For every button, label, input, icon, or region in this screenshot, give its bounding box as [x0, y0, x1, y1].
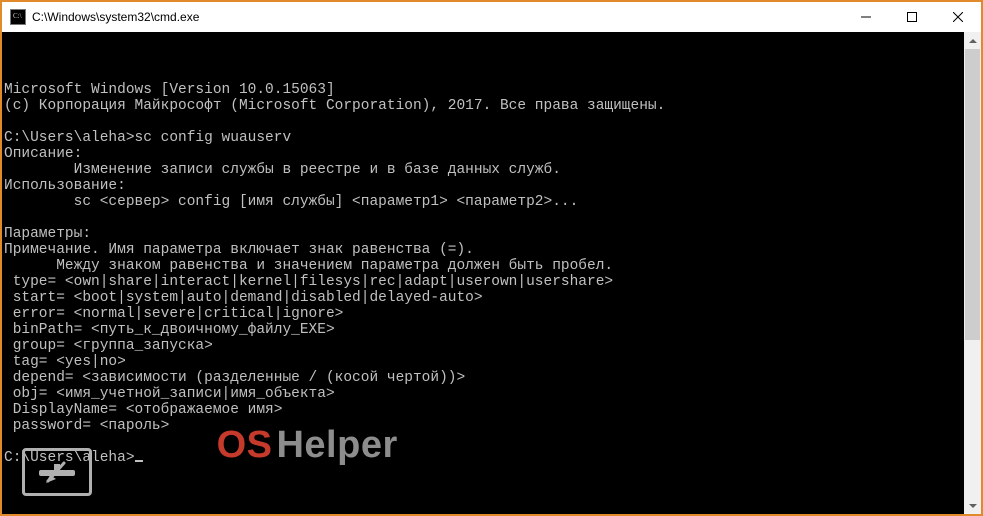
terminal-line	[4, 114, 964, 130]
close-button[interactable]	[935, 2, 981, 32]
scroll-down-button[interactable]	[964, 497, 981, 514]
terminal-line: (c) Корпорация Майкрософт (Microsoft Cor…	[4, 98, 964, 114]
scroll-track[interactable]	[964, 49, 981, 497]
terminal-line: obj= <имя_учетной_записи|имя_объекта>	[4, 386, 964, 402]
terminal-line: tag= <yes|no>	[4, 354, 964, 370]
terminal-line	[4, 210, 964, 226]
prompt-text: C:\Users\aleha>	[4, 450, 135, 466]
terminal-line: Между знаком равенства и значением парам…	[4, 258, 964, 274]
vertical-scrollbar[interactable]	[964, 32, 981, 514]
text-cursor	[135, 460, 143, 462]
terminal-prompt-line[interactable]: C:\Users\aleha>	[4, 450, 964, 466]
maximize-button[interactable]	[889, 2, 935, 32]
terminal-line: Изменение записи службы в реестре и в ба…	[4, 162, 964, 178]
terminal-line: DisplayName= <отображаемое имя>	[4, 402, 964, 418]
terminal-line: password= <пароль>	[4, 418, 964, 434]
terminal-line: Описание:	[4, 146, 964, 162]
minimize-button[interactable]	[843, 2, 889, 32]
svg-text:C:\: C:\	[13, 12, 22, 20]
terminal-line: sc <сервер> config [имя службы] <парамет…	[4, 194, 964, 210]
terminal-line: type= <own|share|interact|kernel|filesys…	[4, 274, 964, 290]
terminal-line: binPath= <путь_к_двоичному_файлу_EXE>	[4, 322, 964, 338]
window-title: C:\Windows\system32\cmd.exe	[32, 10, 199, 24]
terminal-line: Параметры:	[4, 226, 964, 242]
scroll-thumb[interactable]	[965, 49, 980, 340]
scroll-up-button[interactable]	[964, 32, 981, 49]
terminal-line: Microsoft Windows [Version 10.0.15063]	[4, 82, 964, 98]
titlebar[interactable]: C:\ C:\Windows\system32\cmd.exe	[2, 2, 981, 32]
terminal-line: depend= <зависимости (разделенные / (кос…	[4, 370, 964, 386]
cmd-icon: C:\	[10, 9, 26, 25]
terminal-line: error= <normal|severe|critical|ignore>	[4, 306, 964, 322]
terminal-line: start= <boot|system|auto|demand|disabled…	[4, 290, 964, 306]
window-frame: C:\ C:\Windows\system32\cmd.exe Microsof…	[0, 0, 983, 516]
terminal-line: group= <группа_запуска>	[4, 338, 964, 354]
terminal-line	[4, 434, 964, 450]
terminal[interactable]: Microsoft Windows [Version 10.0.15063](c…	[2, 32, 964, 514]
terminal-line: Использование:	[4, 178, 964, 194]
client-area: Microsoft Windows [Version 10.0.15063](c…	[2, 32, 981, 514]
terminal-line: Примечание. Имя параметра включает знак …	[4, 242, 964, 258]
terminal-line: C:\Users\aleha>sc config wuauserv	[4, 130, 964, 146]
